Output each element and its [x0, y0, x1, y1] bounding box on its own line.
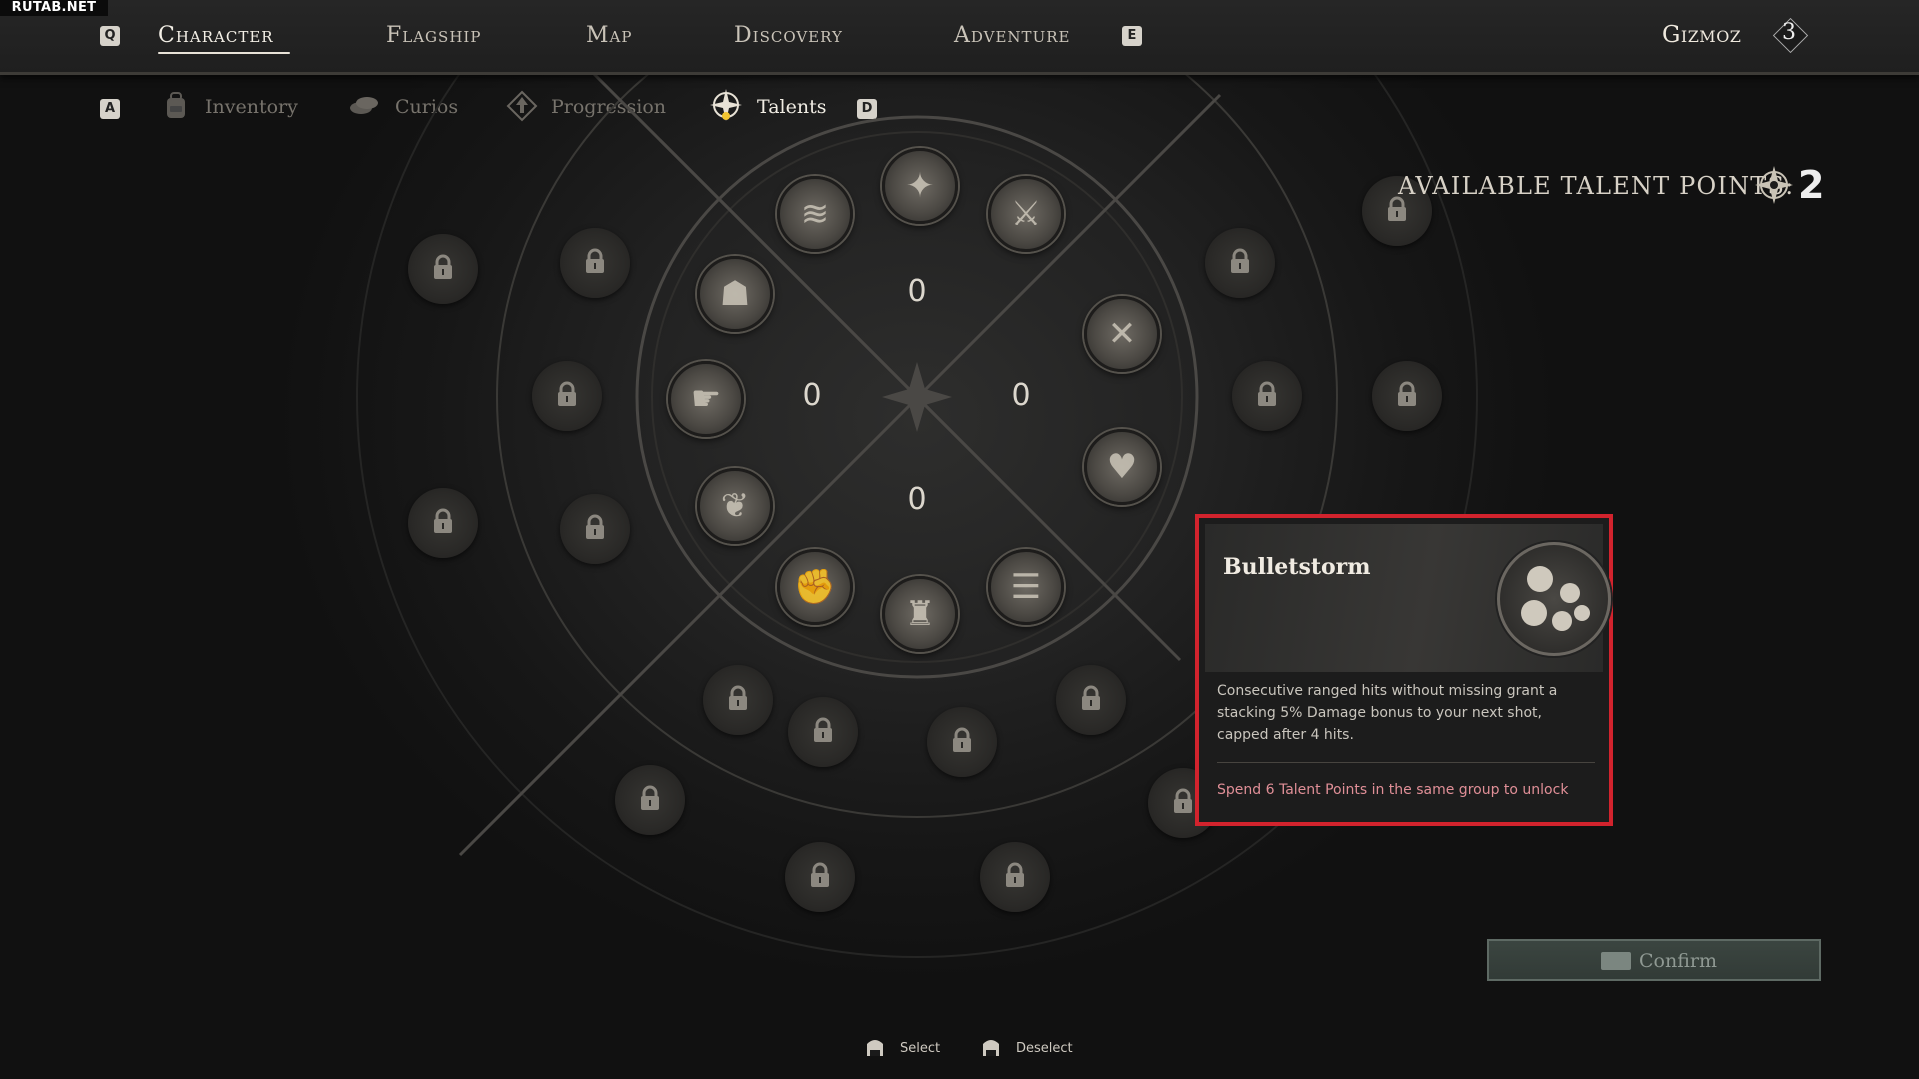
talent-node[interactable]: ✦: [882, 148, 958, 224]
tooltip-title: Bulletstorm: [1223, 554, 1371, 580]
player-name: Gizmoz: [1662, 22, 1742, 48]
lock-icon: [434, 508, 452, 533]
lock-icon: [811, 862, 829, 887]
locked-talent-node[interactable]: [408, 234, 478, 304]
talent-node[interactable]: ♜: [882, 576, 958, 652]
heart-cross-icon: ♥: [1106, 447, 1138, 487]
group-counter-left: 0: [802, 378, 822, 413]
talent-points-label: AVAILABLE TALENT POINTS:: [1398, 172, 1795, 200]
brute-figure-icon: ☗: [719, 274, 751, 314]
confirm-label: Confirm: [1639, 950, 1717, 972]
lock-icon: [1174, 788, 1192, 813]
crossed-bones-icon: ✕: [1107, 314, 1137, 354]
locked-talent-node[interactable]: [560, 494, 630, 564]
locked-talent-node[interactable]: [785, 842, 855, 912]
talent-tooltip: Bulletstorm Consecutive ranged hits with…: [1195, 514, 1613, 826]
tab-character[interactable]: Character: [158, 23, 274, 48]
locked-talent-node[interactable]: [1372, 361, 1442, 431]
talent-node[interactable]: ❦: [697, 468, 773, 544]
talent-point-compass-icon: [1755, 166, 1793, 204]
deselect-button-icon: [983, 1040, 999, 1056]
idol-icon: ♜: [904, 594, 936, 634]
confirm-button[interactable]: Confirm: [1487, 939, 1821, 981]
talent-node[interactable]: ⚔: [988, 176, 1064, 252]
lock-icon: [814, 717, 832, 742]
group-counter-top: 0: [907, 274, 927, 309]
talent-node[interactable]: ☰: [988, 549, 1064, 625]
lock-icon: [586, 514, 604, 539]
talent-node[interactable]: ♥: [1084, 429, 1160, 505]
tab-flagship[interactable]: Flagship: [386, 23, 481, 48]
talent-node[interactable]: ✊: [777, 549, 853, 625]
locked-talent-node[interactable]: [560, 228, 630, 298]
locked-talent-node[interactable]: [788, 697, 858, 767]
lock-icon: [586, 248, 604, 273]
tab-discovery[interactable]: Discovery: [734, 23, 843, 48]
talent-wheel-rings: [356, 0, 1478, 958]
tooltip-header: Bulletstorm: [1205, 524, 1611, 672]
lock-icon: [1082, 685, 1100, 710]
tooltip-divider: [1217, 762, 1595, 763]
bird-icon: ✦: [905, 166, 935, 206]
locked-talent-node[interactable]: [927, 707, 997, 777]
talent-node[interactable]: ≋: [777, 176, 853, 252]
locked-talent-node[interactable]: [408, 488, 478, 558]
pointing-hand-icon: ☛: [690, 379, 722, 419]
fist-icon: ✊: [793, 567, 837, 607]
tooltip-requirement: Spend 6 Talent Points in the same group …: [1217, 782, 1569, 798]
group-counter-right: 0: [1011, 378, 1031, 413]
top-nav-bar: Q Character Flagship Map Discovery Adven…: [0, 0, 1919, 75]
active-tab-underline: [158, 52, 290, 54]
confirm-key-icon: [1601, 952, 1631, 970]
locked-talent-node[interactable]: [1056, 665, 1126, 735]
lock-icon: [1258, 381, 1276, 406]
locked-talent-node[interactable]: [615, 765, 685, 835]
locked-talent-node[interactable]: [1205, 228, 1275, 298]
lock-icon: [1006, 862, 1024, 887]
next-tab-key-hint[interactable]: E: [1122, 26, 1142, 46]
coin-stack-icon: ☰: [1010, 567, 1042, 607]
select-hint-label: Select: [900, 1041, 941, 1056]
deselect-hint-label: Deselect: [1016, 1041, 1073, 1056]
talent-node[interactable]: ☗: [697, 256, 773, 332]
locked-talent-node[interactable]: [532, 361, 602, 431]
watermark: RUTAB.NET: [0, 0, 108, 16]
lock-icon: [729, 685, 747, 710]
lock-icon: [1231, 248, 1249, 273]
lock-icon: [1398, 381, 1416, 406]
group-counter-bottom: 0: [907, 482, 927, 517]
player-level: 3: [1782, 20, 1796, 45]
talent-points-value: 2: [1798, 163, 1825, 207]
locked-talent-node[interactable]: [980, 842, 1050, 912]
prev-tab-key-hint[interactable]: Q: [100, 26, 120, 46]
locked-talent-node[interactable]: [703, 665, 773, 735]
herbs-icon: ❦: [720, 486, 750, 526]
claw-marks-icon: ≋: [800, 194, 830, 234]
tab-adventure[interactable]: Adventure: [954, 23, 1070, 48]
tooltip-description: Consecutive ranged hits without missing …: [1217, 683, 1558, 743]
talent-node[interactable]: ✕: [1084, 296, 1160, 372]
select-button-icon: [867, 1040, 883, 1056]
lock-icon: [953, 727, 971, 752]
dagger-hand-icon: ⚔: [1010, 194, 1042, 234]
tab-map[interactable]: Map: [586, 23, 632, 48]
bulletstorm-icon: [1497, 542, 1611, 656]
talent-node[interactable]: ☛: [668, 361, 744, 437]
player-level-badge: 3: [1772, 17, 1809, 54]
bullets-icon: [1521, 566, 1590, 631]
lock-icon: [558, 381, 576, 406]
lock-icon: [434, 254, 452, 279]
locked-talent-node[interactable]: [1232, 361, 1302, 431]
lock-icon: [641, 785, 659, 810]
